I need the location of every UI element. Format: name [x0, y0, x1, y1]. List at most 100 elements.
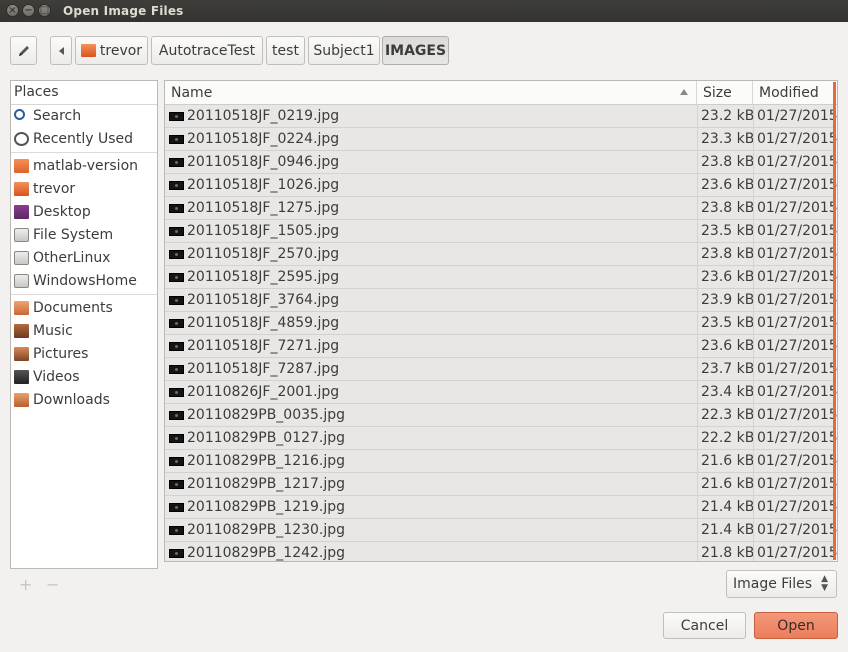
file-row[interactable]: 20110518JF_7271.jpg 23.6 kB 01/27/2015: [165, 335, 837, 358]
file-row[interactable]: 20110829PB_1216.jpg 21.6 kB 01/27/2015: [165, 450, 837, 473]
left-arrow-icon: [58, 46, 64, 55]
places-item-label: Recently Used: [33, 131, 134, 147]
places-item-videos[interactable]: Videos: [11, 366, 157, 389]
places-item-downloads[interactable]: Downloads: [11, 389, 157, 412]
file-row[interactable]: 20110826JF_2001.jpg 23.4 kB 01/27/2015: [165, 381, 837, 404]
image-file-icon: [169, 227, 184, 236]
file-row[interactable]: 20110518JF_0946.jpg 23.8 kB 01/27/2015: [165, 151, 837, 174]
maximize-icon[interactable]: □: [38, 4, 51, 17]
add-place-button[interactable]: +: [19, 575, 32, 594]
file-name: 20110829PB_1217.jpg: [187, 476, 346, 492]
file-name: 20110518JF_7271.jpg: [187, 338, 340, 354]
location-edit-button[interactable]: [10, 36, 37, 65]
file-size: 23.6 kB: [701, 269, 755, 285]
file-list[interactable]: Name Size Modified 20110518JF_0219.jpg 23…: [164, 80, 838, 562]
places-divider: [11, 152, 157, 153]
file-row[interactable]: 20110829PB_0127.jpg 22.2 kB 01/27/2015: [165, 427, 837, 450]
column-header-label: Name: [171, 85, 213, 101]
column-divider: [753, 105, 754, 561]
file-name: 20110829PB_0127.jpg: [187, 430, 346, 446]
places-item-file-system[interactable]: File System: [11, 224, 157, 247]
file-row[interactable]: 20110829PB_1242.jpg 21.8 kB 01/27/2015: [165, 542, 837, 561]
file-row[interactable]: 20110829PB_0035.jpg 22.3 kB 01/27/2015: [165, 404, 837, 427]
minimize-icon[interactable]: −: [22, 4, 35, 17]
remove-place-button[interactable]: −: [46, 575, 59, 594]
places-header[interactable]: Places: [11, 81, 157, 105]
column-header-name[interactable]: Name: [165, 81, 697, 105]
image-file-icon: [169, 250, 184, 259]
file-size: 23.8 kB: [701, 154, 755, 170]
file-row[interactable]: 20110518JF_1505.jpg 23.5 kB 01/27/2015: [165, 220, 837, 243]
file-name: 20110829PB_0035.jpg: [187, 407, 346, 423]
file-size: 23.2 kB: [701, 108, 755, 124]
path-segment-trevor[interactable]: trevor: [75, 36, 148, 65]
file-size: 23.3 kB: [701, 131, 755, 147]
column-header-size[interactable]: Size: [697, 81, 753, 105]
places-item-recently-used[interactable]: Recently Used: [11, 128, 157, 151]
file-name: 20110518JF_0219.jpg: [187, 108, 340, 124]
places-item-trevor[interactable]: trevor: [11, 178, 157, 201]
file-row[interactable]: 20110518JF_7287.jpg 23.7 kB 01/27/2015: [165, 358, 837, 381]
file-row[interactable]: 20110518JF_0224.jpg 23.3 kB 01/27/2015: [165, 128, 837, 151]
path-segment-subject1[interactable]: Subject1: [308, 36, 380, 65]
file-row[interactable]: 20110518JF_4859.jpg 23.5 kB 01/27/2015: [165, 312, 837, 335]
window-title: Open Image Files: [63, 4, 184, 18]
file-size: 23.7 kB: [701, 361, 755, 377]
image-file-icon: [169, 526, 184, 535]
file-row[interactable]: 20110518JF_3764.jpg 23.9 kB 01/27/2015: [165, 289, 837, 312]
file-name: 20110518JF_4859.jpg: [187, 315, 340, 331]
places-item-documents[interactable]: Documents: [11, 297, 157, 320]
file-row[interactable]: 20110829PB_1219.jpg 21.4 kB 01/27/2015: [165, 496, 837, 519]
file-modified: 01/27/2015: [757, 338, 838, 354]
cancel-button[interactable]: Cancel: [663, 612, 746, 639]
file-modified: 01/27/2015: [757, 315, 838, 331]
downloads-icon: [14, 393, 29, 407]
file-row[interactable]: 20110518JF_2595.jpg 23.6 kB 01/27/2015: [165, 266, 837, 289]
file-modified: 01/27/2015: [757, 407, 838, 423]
scrollbar[interactable]: [833, 82, 836, 560]
file-modified: 01/27/2015: [757, 108, 838, 124]
places-item-windowshome[interactable]: WindowsHome: [11, 270, 157, 293]
image-file-icon: [169, 158, 184, 167]
column-header-modified[interactable]: Modified: [753, 81, 837, 105]
open-button[interactable]: Open: [754, 612, 838, 639]
file-row[interactable]: 20110518JF_1275.jpg 23.8 kB 01/27/2015: [165, 197, 837, 220]
path-segment-test[interactable]: test: [266, 36, 305, 65]
pictures-icon: [14, 347, 29, 361]
places-item-label: trevor: [33, 181, 76, 197]
file-row[interactable]: 20110829PB_1217.jpg 21.6 kB 01/27/2015: [165, 473, 837, 496]
file-type-filter[interactable]: Image Files ▲ ▼: [726, 570, 837, 598]
image-file-icon: [169, 296, 184, 305]
places-item-music[interactable]: Music: [11, 320, 157, 343]
videos-icon: [14, 370, 29, 384]
file-size: 23.5 kB: [701, 223, 755, 239]
places-item-otherlinux[interactable]: OtherLinux: [11, 247, 157, 270]
path-segment-images[interactable]: IMAGES: [382, 36, 449, 65]
path-segment-autotracetest[interactable]: AutotraceTest: [151, 36, 263, 65]
places-item-matlab-version[interactable]: matlab-version: [11, 155, 157, 178]
file-row[interactable]: 20110518JF_2570.jpg 23.8 kB 01/27/2015: [165, 243, 837, 266]
places-item-label: Documents: [33, 300, 113, 316]
path-back-button[interactable]: [50, 36, 72, 65]
places-header-label: Places: [14, 84, 59, 100]
close-icon[interactable]: ×: [6, 4, 19, 17]
file-row[interactable]: 20110518JF_1026.jpg 23.6 kB 01/27/2015: [165, 174, 837, 197]
file-row[interactable]: 20110829PB_1230.jpg 21.4 kB 01/27/2015: [165, 519, 837, 542]
places-item-desktop[interactable]: Desktop: [11, 201, 157, 224]
file-row[interactable]: 20110518JF_0219.jpg 23.2 kB 01/27/2015: [165, 105, 837, 128]
desktop-icon: [14, 205, 29, 219]
file-modified: 01/27/2015: [757, 522, 838, 538]
column-divider: [697, 105, 698, 561]
places-item-search[interactable]: Search: [11, 105, 157, 128]
image-file-icon: [169, 480, 184, 489]
image-file-icon: [169, 434, 184, 443]
file-name: 20110826JF_2001.jpg: [187, 384, 340, 400]
image-file-icon: [169, 411, 184, 420]
file-modified: 01/27/2015: [757, 453, 838, 469]
places-divider: [11, 294, 157, 295]
image-file-icon: [169, 181, 184, 190]
file-name: 20110518JF_2570.jpg: [187, 246, 340, 262]
path-segment-label: AutotraceTest: [158, 42, 256, 59]
file-modified: 01/27/2015: [757, 269, 838, 285]
places-item-pictures[interactable]: Pictures: [11, 343, 157, 366]
